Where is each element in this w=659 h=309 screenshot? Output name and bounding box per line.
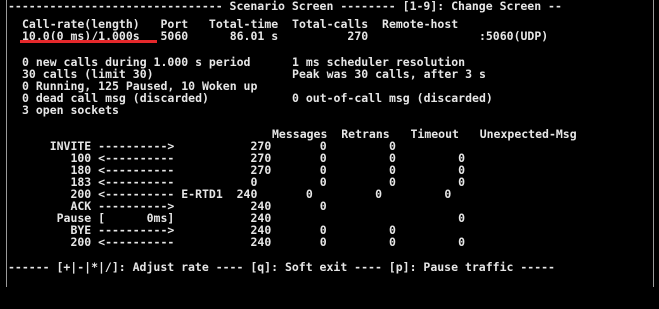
footer-key-help: ------ [+|-|*|/]: Adjust rate ---- [q]: … — [8, 260, 555, 274]
status-line-sockets: 3 open sockets — [22, 103, 119, 117]
screen-banner: ------------------------------- Scenario… — [8, 0, 562, 13]
table-row: 200 <---------- 240 0 0 0 — [22, 235, 466, 249]
call-rate-red-underline — [20, 40, 157, 43]
terminal-screen[interactable]: ------------------------------- Scenario… — [0, 0, 659, 309]
